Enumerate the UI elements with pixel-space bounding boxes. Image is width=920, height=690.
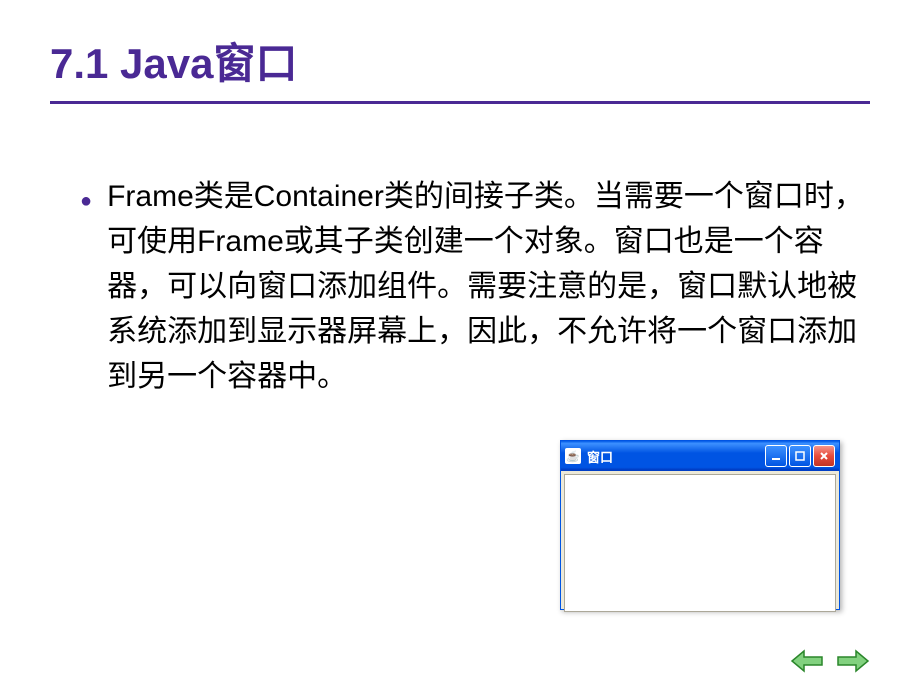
java-icon: ☕ <box>565 448 581 464</box>
bullet-text: Frame类是Container类的间接子类。当需要一个窗口时，可使用Frame… <box>107 174 870 399</box>
window-controls <box>765 445 835 467</box>
window-titlebar: ☕ 窗口 <box>561 441 839 471</box>
window-body <box>564 474 836 612</box>
heading-underline <box>50 101 870 104</box>
close-button[interactable] <box>813 445 835 467</box>
navigation-buttons <box>790 647 870 675</box>
next-button[interactable] <box>834 647 870 675</box>
minimize-button[interactable] <box>765 445 787 467</box>
slide-container: 7.1 Java窗口 ● Frame类是Container类的间接子类。当需要一… <box>0 0 920 690</box>
slide-heading: 7.1 Java窗口 <box>50 30 870 91</box>
bullet-marker: ● <box>80 186 92 216</box>
slide-content: ● Frame类是Container类的间接子类。当需要一个窗口时，可使用Fra… <box>50 174 870 399</box>
java-window-example: ☕ 窗口 <box>560 440 840 610</box>
maximize-button[interactable] <box>789 445 811 467</box>
bullet-item: ● Frame类是Container类的间接子类。当需要一个窗口时，可使用Fra… <box>80 174 870 399</box>
window-title: 窗口 <box>587 447 765 466</box>
prev-button[interactable] <box>790 647 826 675</box>
